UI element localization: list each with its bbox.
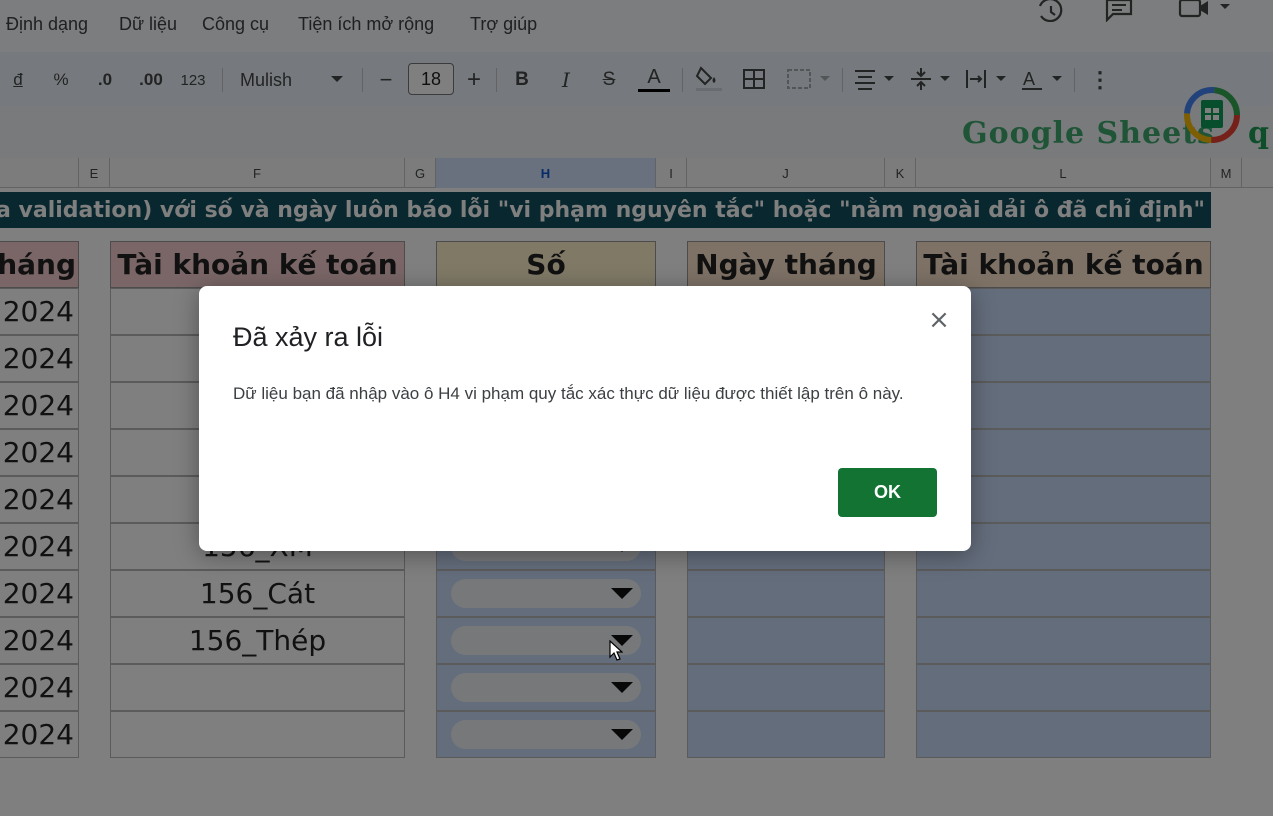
dialog-title: Đã xảy ra lỗi [233,322,384,352]
mouse-cursor-icon [609,640,623,661]
error-dialog: Đã xảy ra lỗi × Dữ liệu bạn đã nhập vào … [199,286,971,551]
dialog-message: Dữ liệu bạn đã nhập vào ô H4 vi phạm quy… [233,384,904,403]
ok-button[interactable]: OK [838,468,937,517]
close-icon[interactable]: × [925,305,953,335]
app-window: Định dạng Dữ liệu Công cụ Tiện ích mở rộ… [0,0,1273,816]
